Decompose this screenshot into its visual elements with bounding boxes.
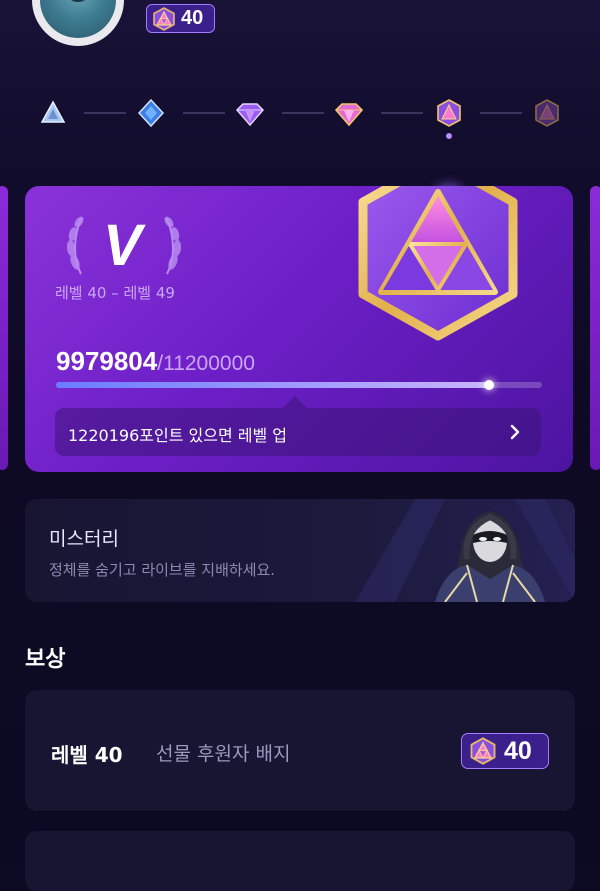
tier-2-icon[interactable] (136, 98, 166, 128)
level-progress-fill (56, 382, 490, 388)
level-card: V 레벨 40 – 레벨 49 9979804/11200000 1220196… (25, 186, 573, 472)
total-points: /11200000 (157, 352, 255, 375)
level-v-badge-icon (358, 186, 518, 341)
reward-name: 선물 후원자 배지 (156, 743, 291, 765)
reward-badge: 40 (461, 733, 549, 769)
next-level-card[interactable] (590, 186, 600, 470)
level-up-hint[interactable]: 1220196포인트 있으면 레벨 업 (55, 408, 541, 456)
tier-4-icon[interactable] (334, 98, 364, 128)
level-progress-knob (484, 380, 495, 390)
reward-level: 레벨 40 (51, 743, 123, 767)
masked-figure-icon (435, 511, 545, 602)
level-roman-numeral: V (103, 213, 142, 278)
hint-arrow (283, 396, 307, 408)
mystery-title: 미스터리 (49, 528, 119, 550)
chevron-right-icon (510, 424, 520, 440)
level-range: 레벨 40 – 레벨 49 (55, 284, 175, 302)
avatar-icon (40, 0, 116, 38)
rewards-title: 보상 (25, 647, 66, 672)
level-progress-bar (56, 380, 542, 390)
gem-badge-icon (470, 737, 496, 765)
mystery-description: 정체를 숨기고 라이브를 지배하세요. (49, 561, 276, 579)
reward-badge-value: 40 (504, 736, 532, 765)
mystery-card[interactable]: 미스터리 정체를 숨기고 라이브를 지배하세요. (25, 499, 575, 602)
gem-badge-icon (153, 6, 175, 31)
reward-item[interactable] (25, 831, 575, 891)
level-chip-value: 40 (181, 7, 204, 29)
tier-progression (0, 90, 600, 217)
level-up-hint-text: 1220196포인트 있으면 레벨 업 (68, 426, 287, 445)
current-points: 9979804 (56, 346, 158, 376)
prev-level-card[interactable] (0, 186, 8, 470)
tier-1-icon[interactable] (38, 98, 68, 128)
reward-item[interactable]: 레벨 40 선물 후원자 배지 40 (25, 690, 575, 811)
level-chip[interactable]: 40 (146, 4, 215, 33)
tier-3-icon[interactable] (235, 98, 265, 128)
tier-6-icon[interactable] (532, 98, 562, 128)
tier-5-icon[interactable] (434, 98, 464, 128)
tier-current-dot (446, 133, 452, 139)
points-display: 9979804/11200000 (56, 346, 255, 377)
